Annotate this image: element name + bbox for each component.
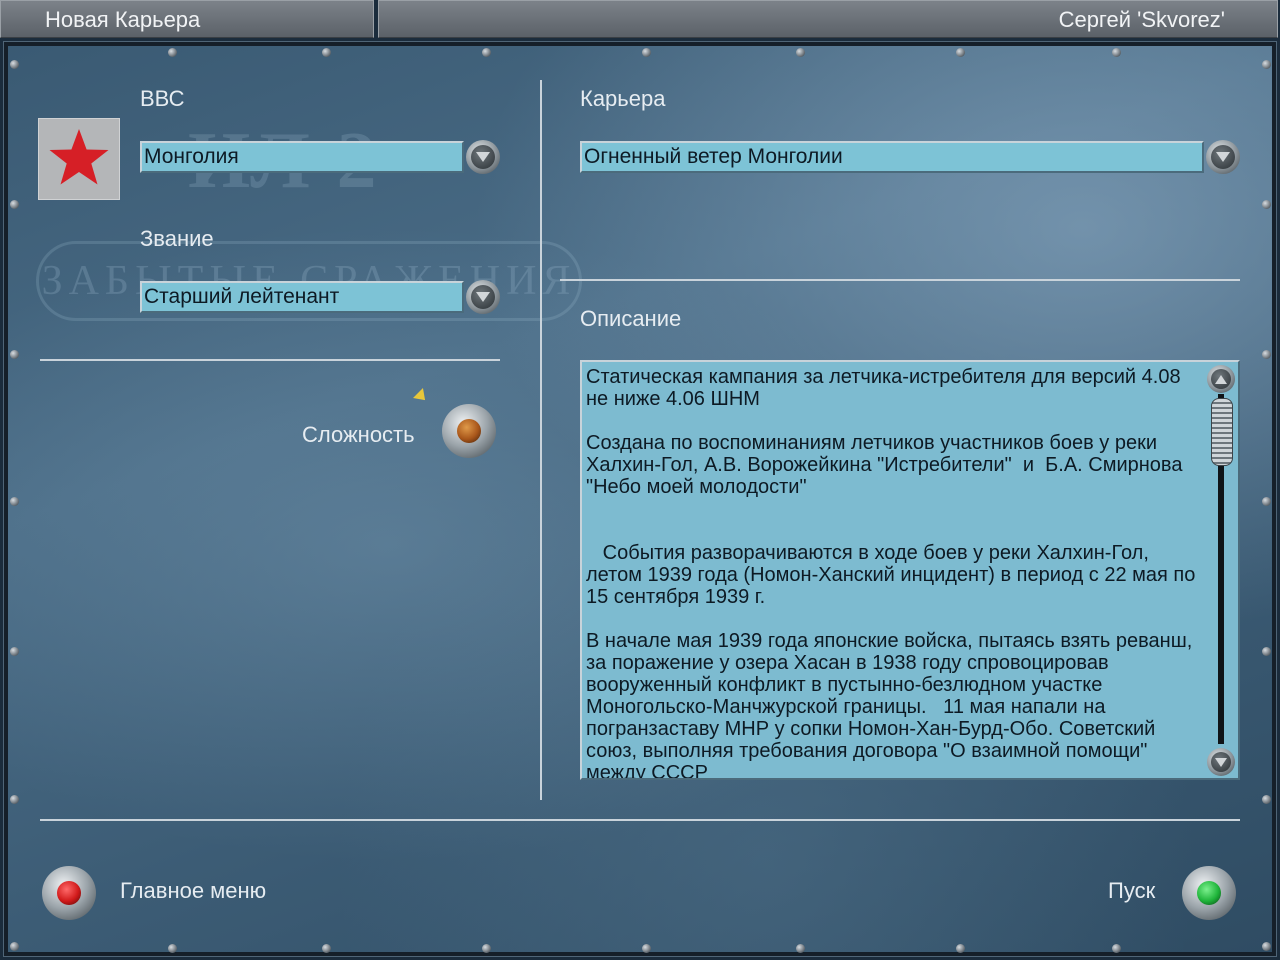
screen-title: Новая Карьера — [0, 0, 374, 38]
rivet — [1262, 942, 1271, 951]
rivet — [1112, 48, 1121, 57]
rivet — [322, 944, 331, 953]
scroll-down-button[interactable] — [1207, 748, 1235, 776]
rivet — [642, 48, 651, 57]
player-name: Сергей 'Skvorez' — [378, 0, 1278, 38]
rank-select[interactable]: Старший лейтенант — [140, 281, 464, 313]
column-divider — [540, 80, 542, 800]
air-force-label: ВВС — [140, 86, 185, 111]
chevron-down-icon — [471, 285, 495, 309]
rivet — [956, 48, 965, 57]
chevron-down-icon — [471, 145, 495, 169]
difficulty-label: Сложность — [302, 422, 415, 447]
air-force-dropdown-button[interactable] — [466, 140, 500, 174]
rivet — [10, 497, 19, 506]
rivet — [10, 350, 19, 359]
rivet — [10, 942, 19, 951]
rivet — [1262, 350, 1271, 359]
red-lamp-icon — [57, 881, 81, 905]
green-lamp-icon — [1197, 881, 1221, 905]
rivet — [1262, 647, 1271, 656]
rank-label: Звание — [140, 226, 214, 251]
rivet — [1262, 497, 1271, 506]
description-text: Статическая кампания за летчика-истребит… — [586, 366, 1196, 780]
career-select[interactable]: Огненный ветер Монголии — [580, 141, 1204, 173]
air-force-emblem — [38, 118, 120, 200]
start-label[interactable]: Пуск — [1108, 878, 1155, 904]
rivet — [322, 48, 331, 57]
amber-lamp-icon — [457, 419, 481, 443]
rivet — [1262, 795, 1271, 804]
description-scrollbar[interactable] — [1204, 362, 1238, 778]
chevron-down-icon — [1211, 752, 1231, 772]
rivet — [168, 48, 177, 57]
scroll-thumb[interactable] — [1211, 398, 1233, 466]
rivet — [10, 647, 19, 656]
rivet — [956, 944, 965, 953]
rivet — [10, 795, 19, 804]
chevron-down-icon — [1211, 145, 1235, 169]
career-label: Карьера — [580, 86, 666, 111]
difficulty-button[interactable] — [442, 404, 496, 458]
divider — [560, 279, 1240, 281]
divider — [40, 359, 500, 361]
red-star-icon — [49, 129, 109, 185]
rivet — [1262, 200, 1271, 209]
chevron-up-icon — [1211, 369, 1231, 389]
rivet — [796, 944, 805, 953]
air-force-select[interactable]: Монголия — [140, 141, 464, 173]
description-box[interactable]: Статическая кампания за летчика-истребит… — [580, 360, 1240, 780]
main-menu-button[interactable] — [42, 866, 96, 920]
main-menu-label[interactable]: Главное меню — [120, 878, 266, 904]
description-label: Описание — [580, 306, 682, 331]
rivet — [482, 944, 491, 953]
rivet — [1262, 60, 1271, 69]
title-bar: Новая Карьера Сергей 'Skvorez' — [0, 0, 1280, 40]
career-dropdown-button[interactable] — [1206, 140, 1240, 174]
scroll-up-button[interactable] — [1207, 365, 1235, 393]
rivet — [10, 60, 19, 69]
rivet — [482, 48, 491, 57]
rivet — [642, 944, 651, 953]
rank-dropdown-button[interactable] — [466, 280, 500, 314]
start-button[interactable] — [1182, 866, 1236, 920]
footer-divider — [40, 819, 1240, 821]
rivet — [1112, 944, 1121, 953]
rivet — [796, 48, 805, 57]
rivet — [10, 200, 19, 209]
rivet — [168, 944, 177, 953]
